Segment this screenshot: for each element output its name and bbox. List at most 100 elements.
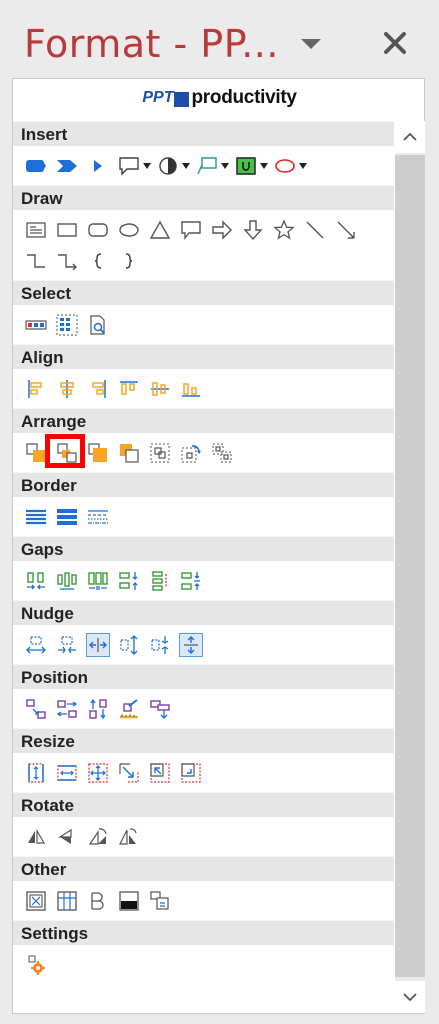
border-thin-icon[interactable]: [25, 506, 47, 528]
fill-dark-icon[interactable]: [118, 890, 140, 912]
send-backward-icon[interactable]: [45, 434, 85, 468]
bring-to-front-icon[interactable]: [87, 442, 109, 464]
text-box-icon[interactable]: [25, 219, 47, 241]
resize-shrink-icon[interactable]: [149, 762, 171, 784]
oval-icon[interactable]: [118, 219, 140, 241]
scroll-up-icon[interactable]: [395, 121, 425, 153]
align-center-icon[interactable]: [56, 378, 78, 400]
settings-gear-icon[interactable]: [25, 954, 47, 976]
bring-forward-icon[interactable]: [25, 442, 47, 464]
select-grid-icon[interactable]: [56, 314, 78, 336]
group-header-border: Border: [13, 472, 394, 497]
logo-mark-icon: [174, 91, 190, 107]
rectangle-icon[interactable]: [56, 219, 78, 241]
align-top-icon[interactable]: [118, 378, 140, 400]
border-thick-icon[interactable]: [56, 506, 78, 528]
vertical-scrollbar[interactable]: [395, 121, 425, 1013]
red-oval-icon[interactable]: [274, 155, 308, 177]
align-middle-icon[interactable]: [149, 378, 171, 400]
gap-compress-icon[interactable]: [180, 570, 202, 592]
align-right-icon[interactable]: [87, 378, 109, 400]
speech-bubble-icon[interactable]: [118, 155, 152, 177]
group-insert: Insert: [13, 121, 394, 185]
group-nudge: Nudge: [13, 600, 394, 664]
arrow-right-icon[interactable]: [211, 219, 233, 241]
group-rotate: Rotate: [13, 792, 394, 856]
duplicate-icon[interactable]: [149, 890, 171, 912]
elbow-connector-icon[interactable]: [25, 250, 47, 272]
format-panel: PPT productivity Insert Draw Select Alig…: [12, 78, 425, 1014]
callout-icon[interactable]: [196, 155, 230, 177]
gap-horizontal-icon[interactable]: [25, 570, 47, 592]
nudge-left-right-icon[interactable]: [86, 633, 110, 657]
flip-icon[interactable]: [56, 826, 78, 848]
rotate-left-icon[interactable]: [25, 826, 47, 848]
chevron-shape-icon[interactable]: [56, 155, 78, 177]
triangle-right-icon[interactable]: [87, 155, 109, 177]
gap-distribute-icon[interactable]: [87, 570, 109, 592]
resize-both-icon[interactable]: [87, 762, 109, 784]
arrow-line-icon[interactable]: [335, 219, 357, 241]
rounded-rectangle-outline-icon[interactable]: [87, 219, 109, 241]
group-position: Position: [13, 664, 394, 728]
star-icon[interactable]: [273, 219, 295, 241]
scrollbar-thumb[interactable]: [395, 155, 425, 977]
select-same-color-icon[interactable]: [25, 314, 47, 336]
group-other: Other: [13, 856, 394, 920]
nudge-contract-h-icon[interactable]: [56, 634, 78, 656]
send-to-back-icon[interactable]: [118, 442, 140, 464]
group-border: Border: [13, 472, 394, 536]
group-header-gaps: Gaps: [13, 536, 394, 561]
resize-height-icon[interactable]: [25, 762, 47, 784]
position-copy-icon[interactable]: [149, 698, 171, 720]
rotate-group-icon[interactable]: [180, 442, 202, 464]
swap-horizontal-icon[interactable]: [56, 698, 78, 720]
panel-content: Insert Draw Select Align Arrange Border …: [13, 121, 394, 1013]
rotate-right-icon[interactable]: [87, 826, 109, 848]
swap-vertical-icon[interactable]: [87, 698, 109, 720]
resize-fit-icon[interactable]: [180, 762, 202, 784]
group-header-align: Align: [13, 344, 394, 369]
group-icon[interactable]: [149, 442, 171, 464]
elbow-arrow-icon[interactable]: [56, 250, 78, 272]
position-ruler-icon[interactable]: [118, 698, 140, 720]
resize-width-icon[interactable]: [56, 762, 78, 784]
rotate-free-icon[interactable]: [118, 826, 140, 848]
nudge-up-down-icon[interactable]: [179, 633, 203, 657]
brand-logo: PPT productivity: [13, 79, 426, 117]
table-grid-icon[interactable]: [56, 890, 78, 912]
select-search-icon[interactable]: [87, 314, 109, 336]
group-settings: Settings: [13, 920, 394, 984]
group-header-draw: Draw: [13, 185, 394, 210]
left-brace-icon[interactable]: [87, 250, 109, 272]
green-box-icon[interactable]: [235, 155, 269, 177]
border-dashed-icon[interactable]: [87, 506, 109, 528]
triangle-icon[interactable]: [149, 219, 171, 241]
rounded-rectangle-icon[interactable]: [25, 155, 47, 177]
chevron-down-icon[interactable]: [298, 36, 324, 52]
group-align: Align: [13, 344, 394, 408]
right-brace-icon[interactable]: [118, 250, 140, 272]
align-left-icon[interactable]: [25, 378, 47, 400]
swap-diagonal-icon[interactable]: [25, 698, 47, 720]
nudge-expand-h-icon[interactable]: [25, 634, 47, 656]
callout-outline-icon[interactable]: [180, 219, 202, 241]
gap-stack-icon[interactable]: [149, 570, 171, 592]
ungroup-icon[interactable]: [211, 442, 233, 464]
nudge-contract-v-icon[interactable]: [149, 634, 171, 656]
gap-vertical-icon[interactable]: [118, 570, 140, 592]
arrow-down-icon[interactable]: [242, 219, 264, 241]
group-header-rotate: Rotate: [13, 792, 394, 817]
pie-shape-icon[interactable]: [157, 155, 191, 177]
resize-corner-icon[interactable]: [118, 762, 140, 784]
scroll-down-icon[interactable]: [395, 981, 425, 1013]
group-draw: Draw: [13, 185, 394, 280]
picture-frame-icon[interactable]: [25, 890, 47, 912]
gap-equal-icon[interactable]: [56, 570, 78, 592]
group-header-select: Select: [13, 280, 394, 305]
line-icon[interactable]: [304, 219, 326, 241]
align-bottom-icon[interactable]: [180, 378, 202, 400]
nudge-expand-v-icon[interactable]: [118, 634, 140, 656]
text-columns-icon[interactable]: [87, 890, 109, 912]
close-icon[interactable]: [382, 30, 408, 56]
